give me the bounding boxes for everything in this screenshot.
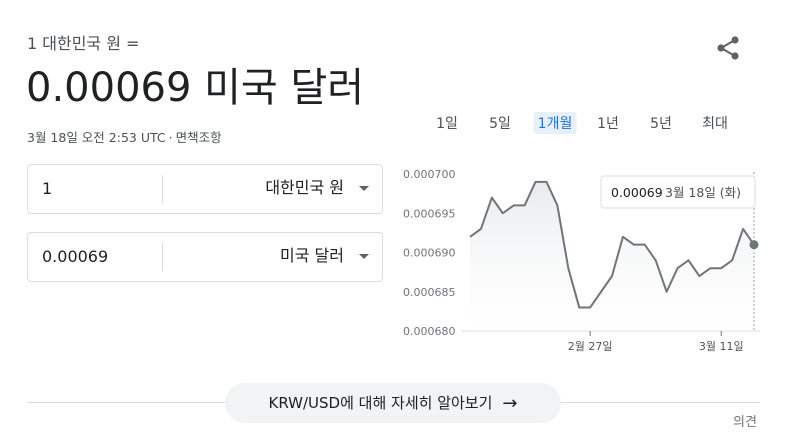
tooltip-value: 0.00069 — [611, 185, 663, 200]
tab-1d[interactable]: 1일 — [432, 112, 462, 134]
divider — [162, 175, 163, 203]
tab-1y[interactable]: 1년 — [593, 112, 623, 134]
tab-1m[interactable]: 1개월 — [533, 112, 577, 134]
y-tick-label: 0.000690 — [403, 247, 456, 260]
to-amount-input[interactable]: 0.00069 — [42, 233, 108, 281]
from-currency-select[interactable]: 대한민국 원 — [265, 165, 344, 211]
to-converter: 0.00069 미국 달러 — [27, 232, 383, 282]
share-icon — [717, 36, 739, 60]
conversion-result: 0.00069 미국 달러 — [26, 65, 365, 111]
caret-down-icon[interactable] — [359, 186, 369, 191]
feedback-link[interactable]: 의견 — [733, 411, 757, 430]
from-converter: 1 대한민국 원 — [27, 164, 383, 214]
learn-more-button[interactable]: KRW/USD에 대해 자세히 알아보기 → — [225, 383, 561, 423]
y-tick-label: 0.000700 — [403, 168, 456, 181]
tooltip-date: 3월 18일 (화) — [665, 185, 741, 200]
divider — [162, 243, 163, 271]
tab-5d[interactable]: 5일 — [485, 112, 515, 134]
y-tick-label: 0.000695 — [403, 207, 456, 220]
tab-5y[interactable]: 5년 — [646, 112, 676, 134]
from-amount-input[interactable]: 1 — [42, 165, 52, 213]
x-tick-label: 2월 27일 — [568, 339, 613, 353]
caret-down-icon[interactable] — [359, 254, 369, 259]
x-tick-label: 3월 11일 — [699, 339, 744, 353]
hover-point — [749, 240, 759, 250]
share-button[interactable] — [714, 34, 742, 62]
y-tick-label: 0.000685 — [403, 286, 456, 299]
learn-more-label: KRW/USD에 대해 자세히 알아보기 — [268, 394, 493, 412]
exchange-rate-chart[interactable]: 0.000700 0.000695 0.000690 0.000685 0.000680… — [396, 158, 768, 358]
y-tick-label: 0.000680 — [403, 325, 456, 338]
conversion-subtitle: 1 대한민국 원 = — [27, 34, 140, 53]
tab-max[interactable]: 최대 — [698, 112, 732, 134]
range-tabs: 1일 5일 1개월 1년 5년 최대 — [0, 112, 786, 134]
arrow-right-icon: → — [502, 393, 518, 414]
to-currency-select[interactable]: 미국 달러 — [280, 233, 344, 279]
